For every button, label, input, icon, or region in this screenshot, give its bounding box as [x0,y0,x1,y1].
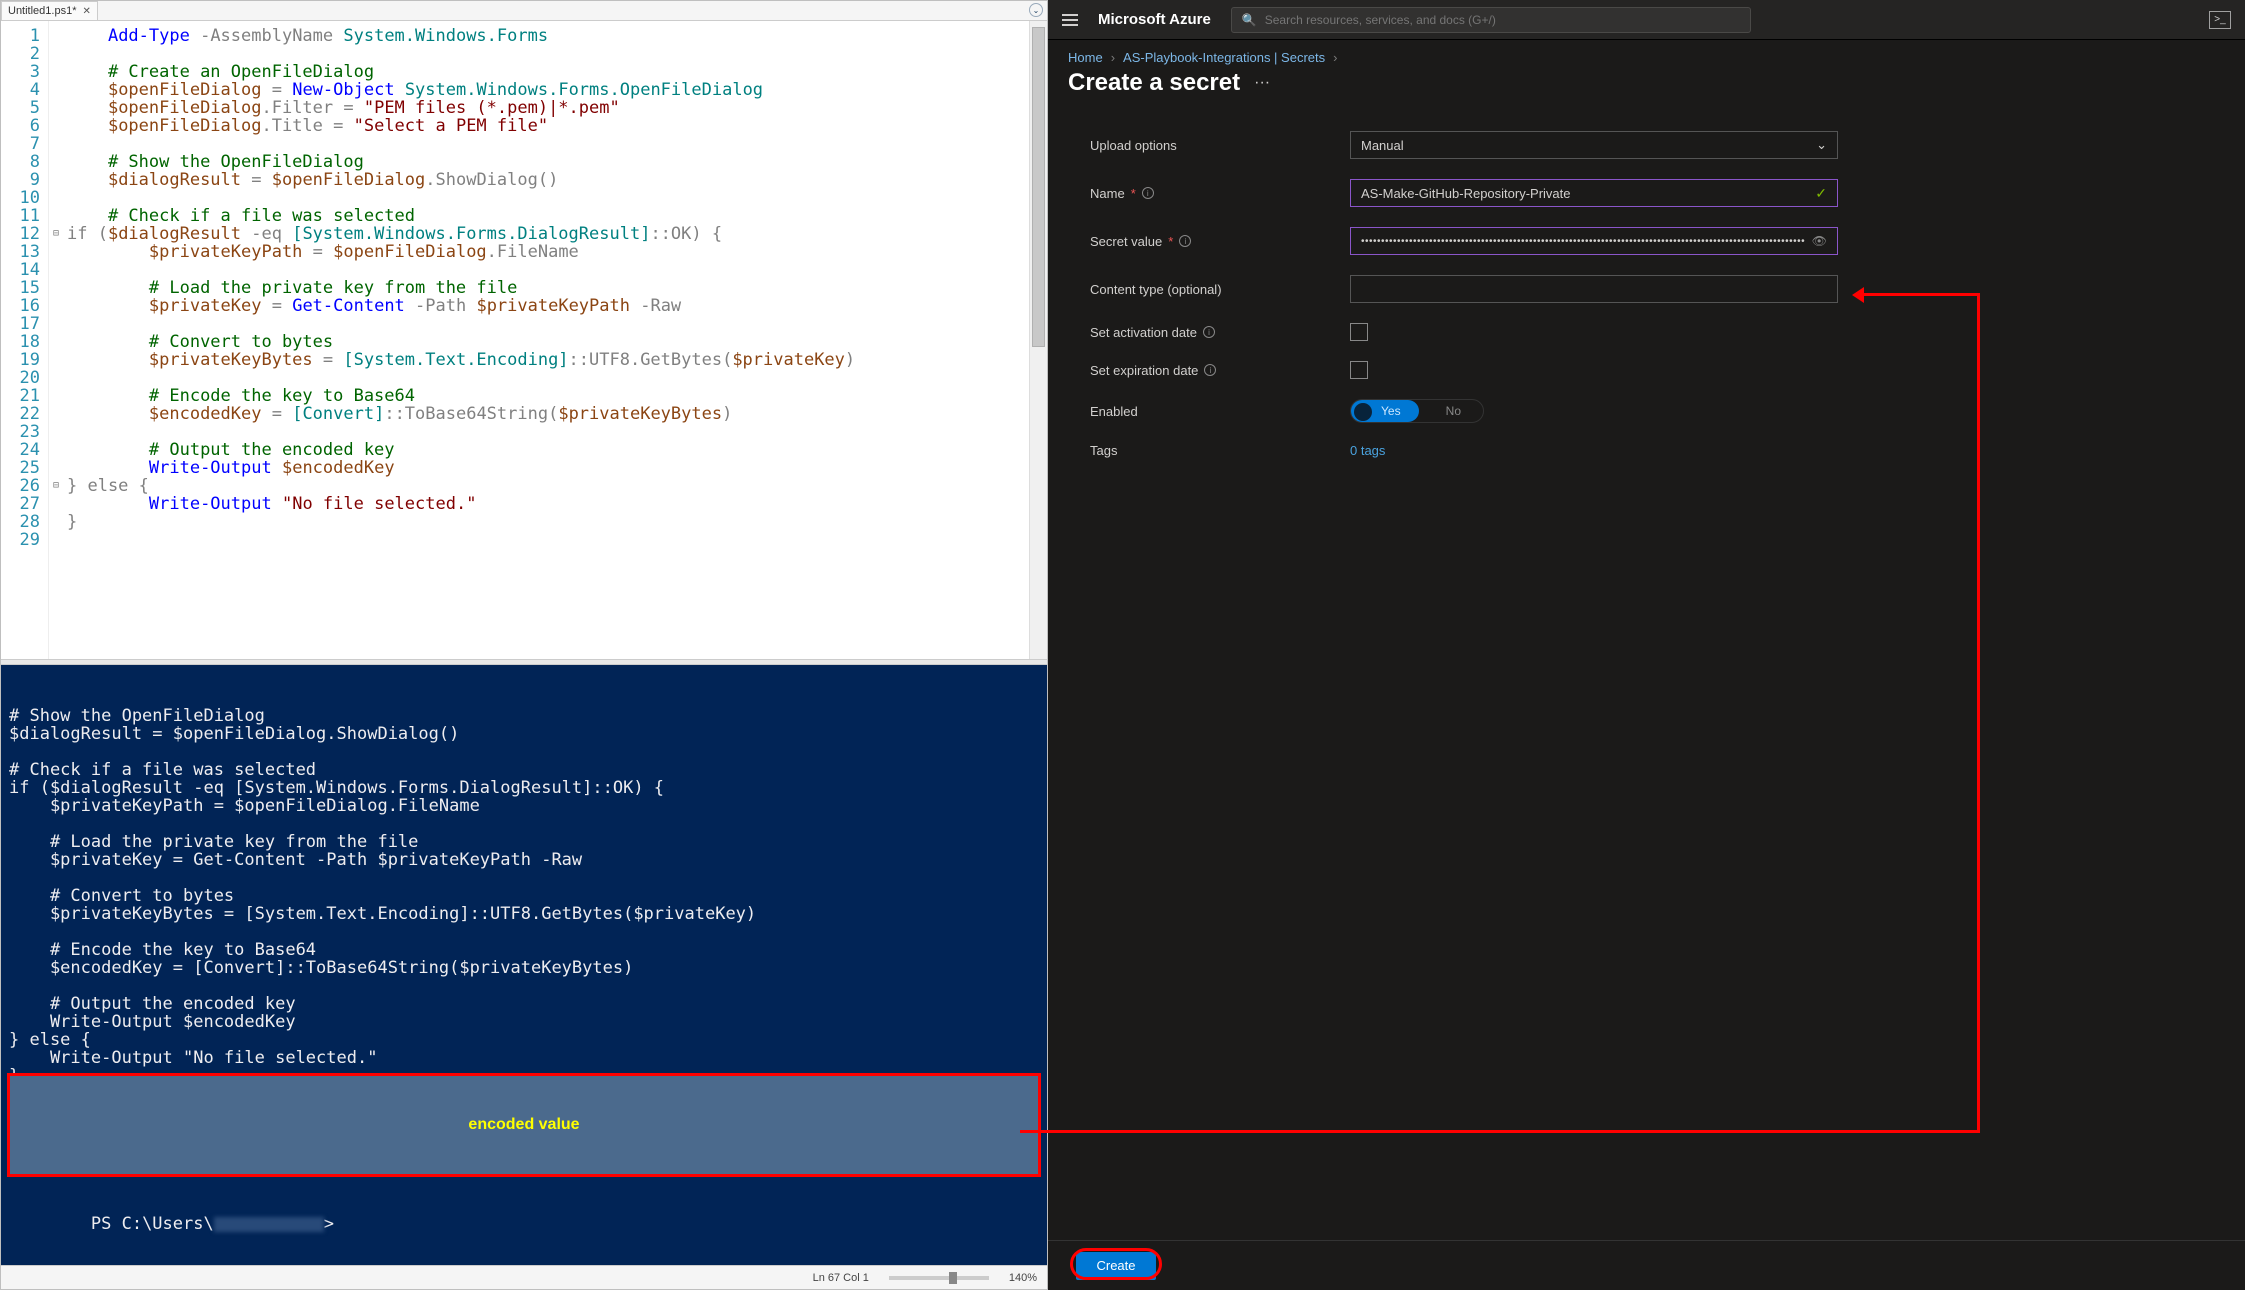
eye-icon[interactable]: 👁 [1812,234,1827,248]
create-secret-form: Upload options Manual ⌄ Name* i AS-Make-… [1048,113,2245,458]
page-title-row: Create a secret ··· [1048,65,2245,113]
chevron-right-icon: › [1333,50,1337,65]
code-area[interactable]: Add-Type -AssemblyName System.Windows.Fo… [63,21,1047,659]
cursor-position: Ln 67 Col 1 [813,1272,869,1284]
name-label: Name* i [1090,186,1350,201]
info-icon[interactable]: i [1142,187,1154,199]
search-icon: 🔍 [1242,13,1257,27]
chevron-right-icon: › [1111,50,1115,65]
check-icon: ✓ [1815,185,1827,202]
editor-scrollbar[interactable] [1029,21,1047,659]
content-type-input[interactable] [1350,275,1838,303]
brand-label: Microsoft Azure [1098,11,1211,28]
scrollbar-thumb[interactable] [1032,27,1045,347]
annotation-ring [1070,1248,1162,1280]
console-pane[interactable]: # Show the OpenFileDialog $dialogResult … [1,665,1047,1265]
more-icon[interactable]: ··· [1254,74,1270,92]
info-icon[interactable]: i [1204,364,1216,376]
secret-value-label: Secret value* i [1090,234,1350,249]
console-prompt[interactable]: PS C:\Users\> [9,1197,334,1251]
enabled-label: Enabled [1090,404,1350,419]
cloud-shell-icon[interactable]: >_ [2209,11,2231,29]
zoom-level: 140% [1009,1272,1037,1284]
encoded-value-highlight: encoded value [7,1073,1041,1177]
upload-options-label: Upload options [1090,138,1350,153]
name-input[interactable]: AS-Make-GitHub-Repository-Private ✓ [1350,179,1838,207]
page-title: Create a secret [1068,69,1240,97]
editor-tab-title: Untitled1.ps1* [8,5,77,17]
info-icon[interactable]: i [1179,235,1191,247]
secret-value-input[interactable]: ••••••••••••••••••••••••••••••••••••••••… [1350,227,1838,255]
activation-date-label: Set activation date i [1090,325,1350,340]
azure-portal: Microsoft Azure 🔍 >_ Home › AS-Playbook-… [1048,0,2245,1290]
breadcrumb-home[interactable]: Home [1068,50,1103,65]
zoom-slider[interactable] [889,1276,989,1280]
chevron-down-icon: ⌄ [1816,137,1827,153]
enabled-toggle[interactable]: Yes No [1350,399,1484,423]
statusbar: Ln 67 Col 1 140% [1,1265,1047,1289]
console-output: # Show the OpenFileDialog $dialogResult … [9,707,1039,1085]
annotation-arrow [1862,293,1980,296]
create-bar: Create [1048,1240,2245,1290]
hamburger-icon[interactable] [1062,14,1078,26]
script-editor[interactable]: 1234567891011121314151617181920212223242… [1,21,1047,659]
tags-label: Tags [1090,443,1350,458]
info-icon[interactable]: i [1203,326,1215,338]
annotation-arrow [1020,1130,1980,1133]
encoded-value-label: encoded value [468,1116,579,1134]
activation-date-checkbox[interactable] [1350,323,1368,341]
search-input[interactable] [1265,13,1740,27]
username-redacted [214,1217,324,1232]
powershell-ise-window: Untitled1.ps1* ✕ ⌄ 123456789101112131415… [0,0,1048,1290]
editor-tabbar: Untitled1.ps1* ✕ ⌄ [1,1,1047,21]
tab-scroll-icon[interactable]: ⌄ [1029,3,1043,17]
breadcrumb: Home › AS-Playbook-Integrations | Secret… [1048,40,2245,65]
global-search[interactable]: 🔍 [1231,7,1751,33]
line-gutter: 1234567891011121314151617181920212223242… [1,21,49,659]
expiration-date-checkbox[interactable] [1350,361,1368,379]
annotation-arrow [1977,294,1980,1133]
expiration-date-label: Set expiration date i [1090,363,1350,378]
upload-options-dropdown[interactable]: Manual ⌄ [1350,131,1838,159]
azure-topbar: Microsoft Azure 🔍 >_ [1048,0,2245,40]
annotation-arrow-head [1852,287,1864,303]
fold-column: ⊟⊟ [49,21,63,659]
content-type-label: Content type (optional) [1090,282,1350,297]
editor-tab[interactable]: Untitled1.ps1* ✕ [1,1,98,20]
close-icon[interactable]: ✕ [83,6,91,17]
breadcrumb-parent[interactable]: AS-Playbook-Integrations | Secrets [1123,50,1325,65]
tags-link[interactable]: 0 tags [1350,443,1385,458]
